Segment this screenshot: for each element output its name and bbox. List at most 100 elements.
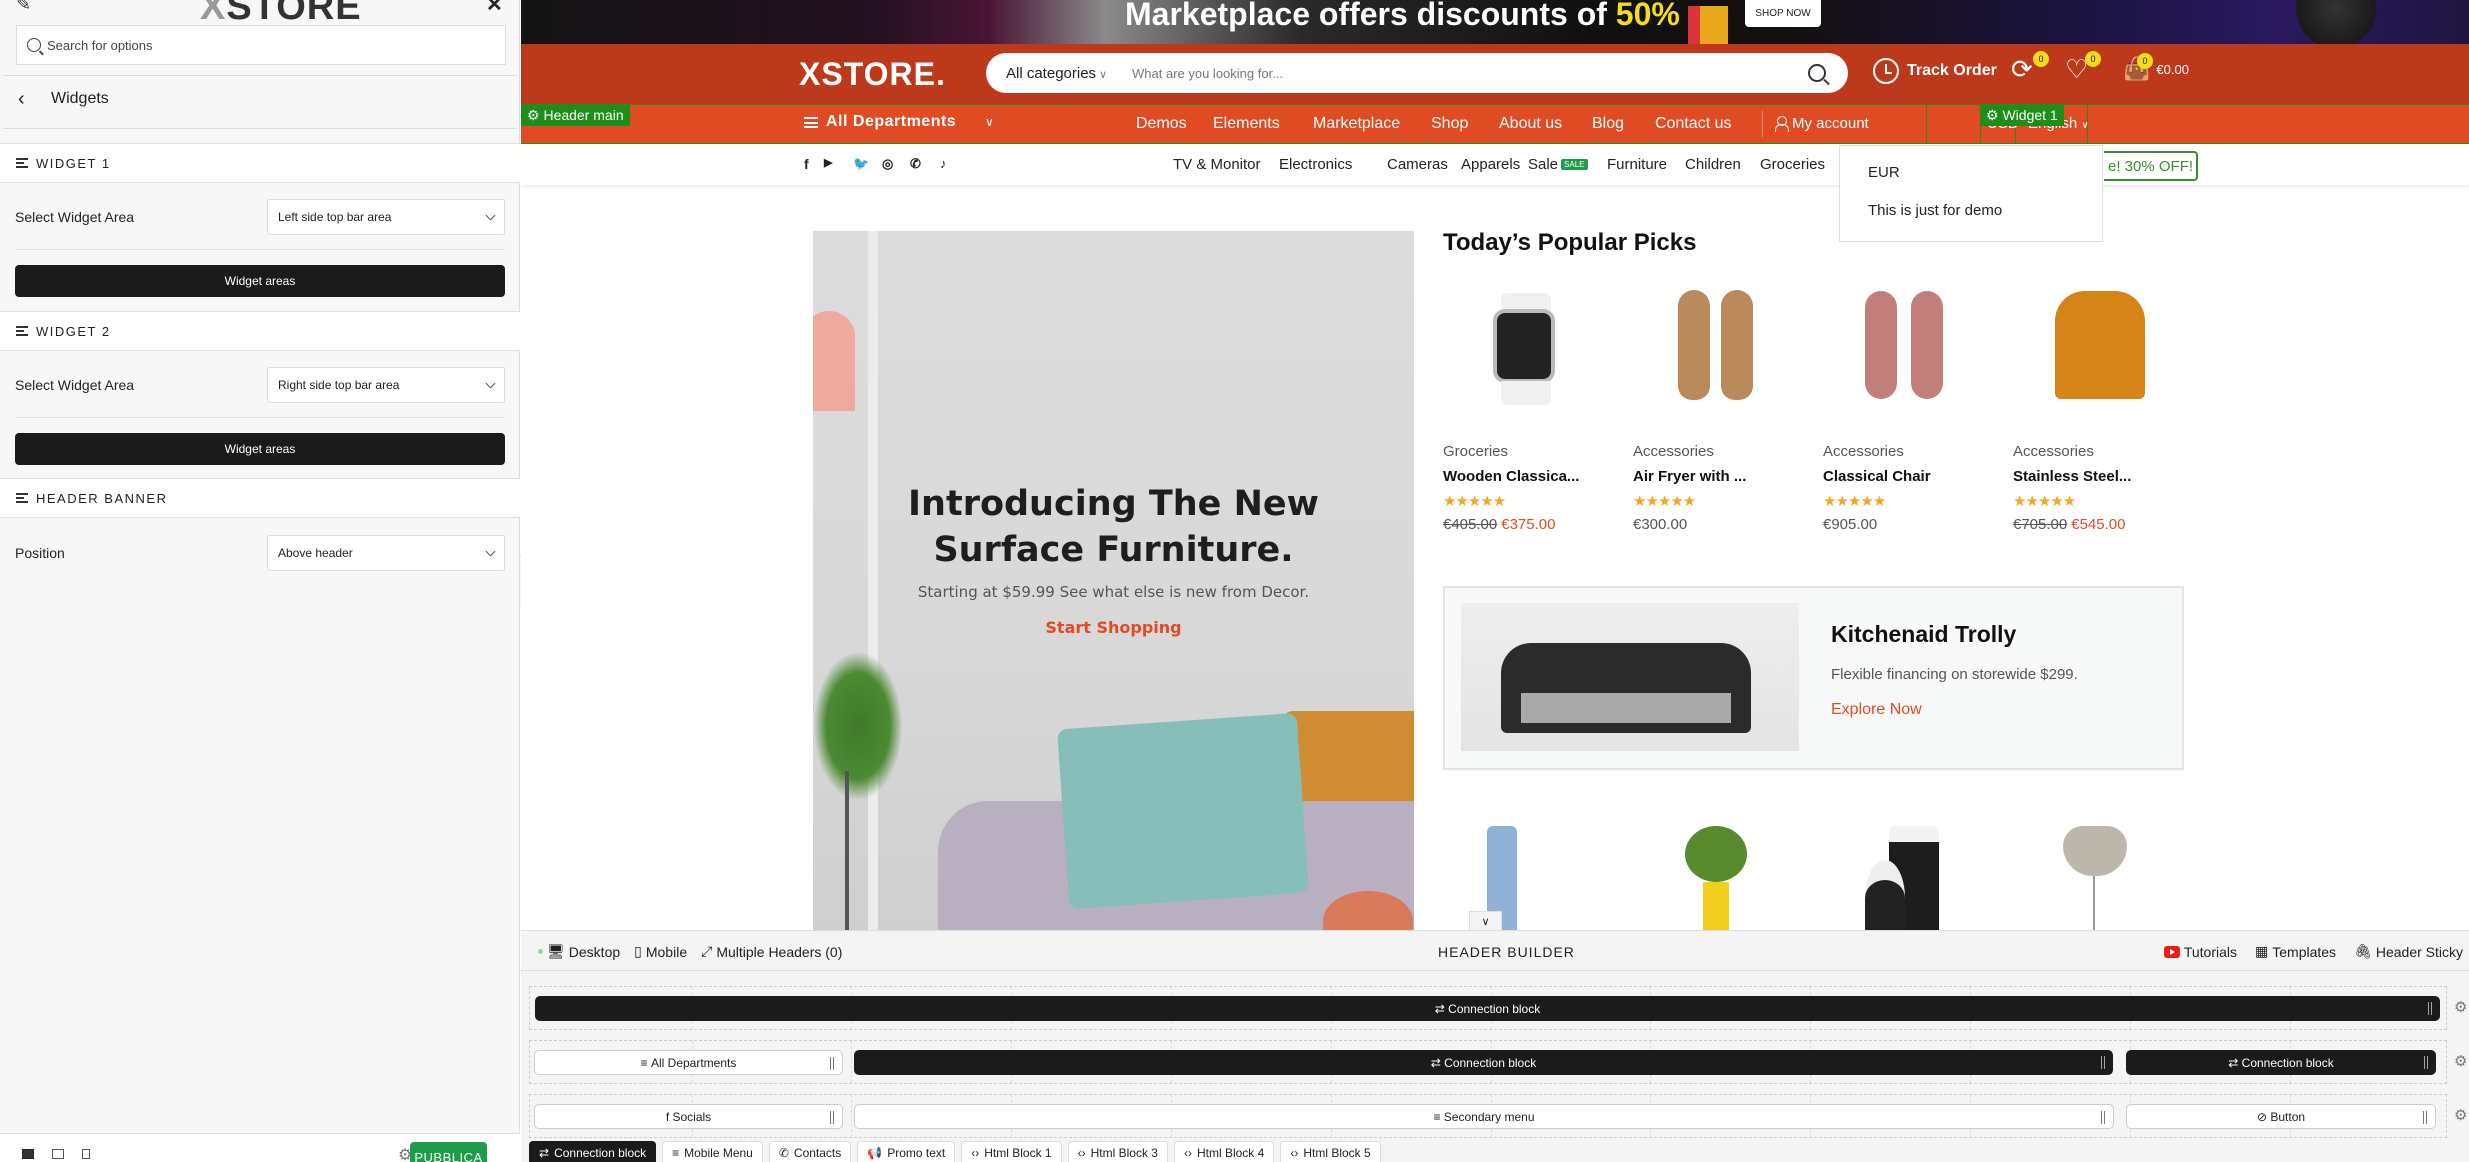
button-block[interactable]: ⊘ Button [2126,1104,2436,1129]
cart-button[interactable]: 👜 0 €0.00 [2123,53,2189,82]
search-icon[interactable] [1808,64,1826,82]
banner-position-select[interactable]: Above header [267,535,505,571]
widget-areas-button-2[interactable]: Widget areas [15,433,505,465]
widget-area-select-1[interactable]: Left side top bar area [267,199,505,235]
tab-promo-text[interactable]: 📢 Promo text [857,1141,956,1162]
product-search-input[interactable] [1132,65,1808,81]
product-category[interactable]: Accessories [2013,443,2094,460]
shop-now-button[interactable]: SHOP NOW [1745,0,1821,27]
drag-handle[interactable] [2423,1111,2427,1124]
section-widget-1[interactable]: WIDGET 1 [0,143,520,183]
product-card[interactable]: Accessories Stainless Steel... ★★★★★ €70… [2013,285,2183,533]
drag-handle[interactable] [2424,1056,2428,1069]
instagram-icon[interactable]: ◎ [882,156,893,172]
connection-block[interactable]: ⇄ Connection block [854,1050,2113,1075]
product-name[interactable]: Wooden Classica... [1443,468,1579,485]
category-link[interactable]: Cameras [1387,156,1448,173]
drag-handle[interactable] [830,1111,834,1124]
my-account-link[interactable]: My account [1775,115,1869,132]
tiktok-icon[interactable]: ♪ [940,156,947,171]
wishlist-button[interactable]: ♡ 0 [2065,51,2101,85]
pin-icon[interactable]: ✎ [16,0,31,15]
chevron-down-icon[interactable]: ∨ [985,115,994,129]
grill-image[interactable] [1461,603,1799,751]
start-shopping-link[interactable]: Start Shopping [813,618,1414,637]
facebook-icon[interactable]: f [804,156,809,172]
product-name[interactable]: Classical Chair [1823,468,1931,485]
close-icon[interactable]: ✕ [486,0,503,17]
drag-handle[interactable] [830,1057,834,1070]
drag-handle[interactable] [2101,1056,2105,1069]
tutorials-button[interactable]: Tutorials [2163,943,2237,960]
site-logo[interactable]: XSTORE. [799,56,946,93]
connection-block[interactable]: ⇄ Connection block [2126,1050,2436,1075]
product-card[interactable]: Groceries Wooden Classica... ★★★★★ €405.… [1443,285,1613,533]
nav-link-demos[interactable]: Demos [1136,115,1187,133]
publish-button[interactable]: PUBBLICA [410,1142,487,1162]
tab-mobile-menu[interactable]: ≡ Mobile Menu [662,1141,763,1162]
whatsapp-icon[interactable]: ✆ [910,156,921,172]
all-departments-block[interactable]: ≡ All Departments [534,1050,843,1075]
back-chevron-icon[interactable]: ‹ [18,88,25,111]
row-settings-gear-icon[interactable]: ⚙ [2454,998,2467,1016]
tab-html-block-3[interactable]: ‹› Html Block 3 [1067,1141,1168,1162]
options-search[interactable] [16,25,506,65]
header-main-tag[interactable]: ⚙ Header main [521,105,630,126]
twitter-icon[interactable]: 🐦 [853,156,869,172]
connection-block[interactable]: ⇄ Connection block [535,996,2440,1021]
nav-link-about[interactable]: About us [1499,115,1562,133]
templates-button[interactable]: ▦ Templates [2255,943,2336,960]
widget-1-tag[interactable]: ⚙ Widget 1 [1980,105,2064,126]
row-settings-gear-icon[interactable]: ⚙ [2454,1106,2467,1124]
socials-block[interactable]: f Socials [534,1104,843,1129]
compare-button[interactable]: ⟳ 0 [2011,51,2049,85]
row-settings-gear-icon[interactable]: ⚙ [2454,1052,2467,1070]
product-card[interactable]: Accessories Classical Chair ★★★★★ €905.0… [1823,285,1993,533]
product-image-hoodie[interactable] [2013,285,2183,445]
all-departments-menu[interactable]: All Departments [804,113,956,131]
tab-connection-block[interactable]: ⇄ Connection block [529,1141,657,1162]
widget-area-select-2[interactable]: Right side top bar area [267,367,505,403]
category-link[interactable]: Furniture [1607,156,1667,173]
offer-button[interactable]: e! 30% OFF! [2104,151,2198,181]
desktop-preview-icon[interactable] [22,1149,34,1159]
mobile-view-button[interactable]: ▯ Mobile [634,943,687,960]
nav-link-contact[interactable]: Contact us [1655,115,1731,133]
scroll-down-button[interactable]: ∨ [1469,911,1502,930]
explore-now-link[interactable]: Explore Now [1831,701,1922,719]
drag-handle[interactable] [2101,1111,2105,1124]
section-header-banner[interactable]: HEADER BANNER [0,478,520,518]
product-category[interactable]: Accessories [1823,443,1904,460]
product-card[interactable]: Accessories Air Fryer with ... ★★★★★ €30… [1633,285,1803,533]
product-image-loafers[interactable] [1633,285,1803,445]
header-sticky-button[interactable]: 🖇 Header Sticky [2354,943,2463,960]
tab-contacts[interactable]: ✆ Contacts [768,1141,852,1162]
tab-html-block-5[interactable]: ‹› Html Block 5 [1280,1141,1381,1162]
nav-link-blog[interactable]: Blog [1592,115,1624,133]
product-image-chair[interactable] [2013,826,2183,930]
product-name[interactable]: Air Fryer with ... [1633,468,1746,485]
desktop-view-button[interactable]: 🖥 Desktop [547,943,620,960]
drag-handle[interactable] [2428,1002,2432,1015]
nav-link-elements[interactable]: Elements [1213,115,1280,133]
product-image-watch[interactable] [1443,285,1613,445]
secondary-menu-block[interactable]: ≡ Secondary menu [854,1104,2114,1129]
nav-link-marketplace[interactable]: Marketplace [1313,115,1400,133]
product-image-sandals[interactable] [1823,285,1993,445]
category-link[interactable]: Apparels [1461,156,1520,173]
section-widget-2[interactable]: WIDGET 2 [0,311,520,351]
product-category[interactable]: Accessories [1633,443,1714,460]
category-link[interactable]: Electronics [1279,156,1352,173]
category-link[interactable]: Groceries [1760,156,1825,173]
category-select[interactable]: All categories ∨ [986,65,1116,82]
tab-html-block-4[interactable]: ‹› Html Block 4 [1173,1141,1275,1162]
widget-areas-button-1[interactable]: Widget areas [15,265,505,297]
promo-banner[interactable]: Marketplace offers discounts of 50% SHOP… [521,0,2469,44]
category-link-sale[interactable]: Sale SALE [1528,156,1588,173]
mobile-preview-icon[interactable] [82,1149,90,1159]
youtube-icon[interactable]: ▶ [824,156,832,169]
options-search-input[interactable] [47,37,487,53]
tab-html-block-1[interactable]: ‹› Html Block 1 [961,1141,1062,1162]
product-category[interactable]: Groceries [1443,443,1508,460]
category-link[interactable]: Children [1685,156,1741,173]
